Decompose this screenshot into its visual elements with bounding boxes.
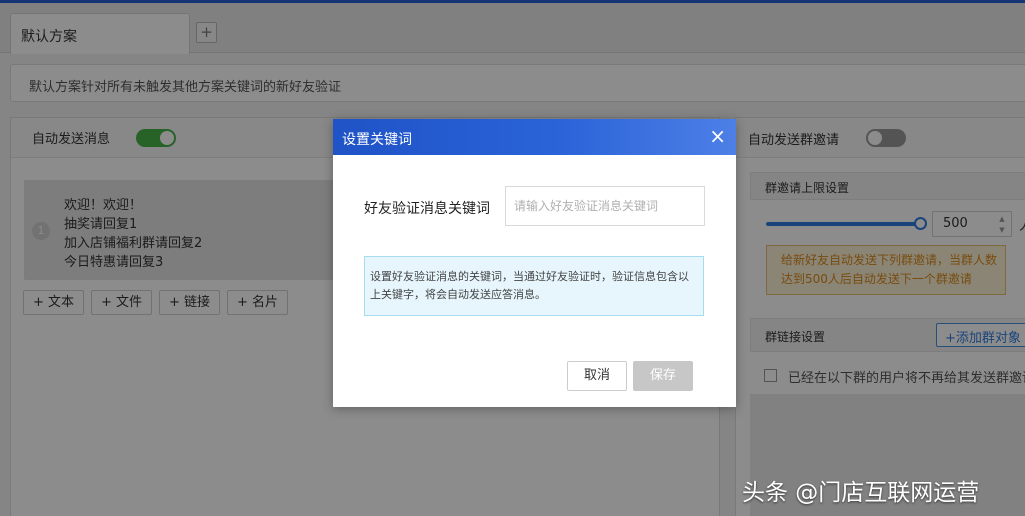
keyword-dialog: 设置关键词 × 好友验证消息关键词 设置好友验证消息的关键词，当通过好友验证时，… [333,119,736,407]
keyword-input[interactable] [505,186,705,226]
dialog-header: 设置关键词 × [333,119,736,155]
cancel-button[interactable]: 取消 [567,361,627,391]
keyword-field-label: 好友验证消息关键词 [364,201,490,217]
keyword-tip-text: 设置好友验证消息的关键词，当通过好友验证时，验证信息包含以上关键字，将会自动发送… [370,270,689,301]
save-button[interactable]: 保存 [633,361,693,391]
close-icon[interactable]: × [709,125,726,147]
watermark-text: 头条 @门店互联网运营 [742,480,980,506]
dialog-title: 设置关键词 [342,132,412,148]
keyword-tip: 设置好友验证消息的关键词，当通过好友验证时，验证信息包含以上关键字，将会自动发送… [364,256,704,316]
